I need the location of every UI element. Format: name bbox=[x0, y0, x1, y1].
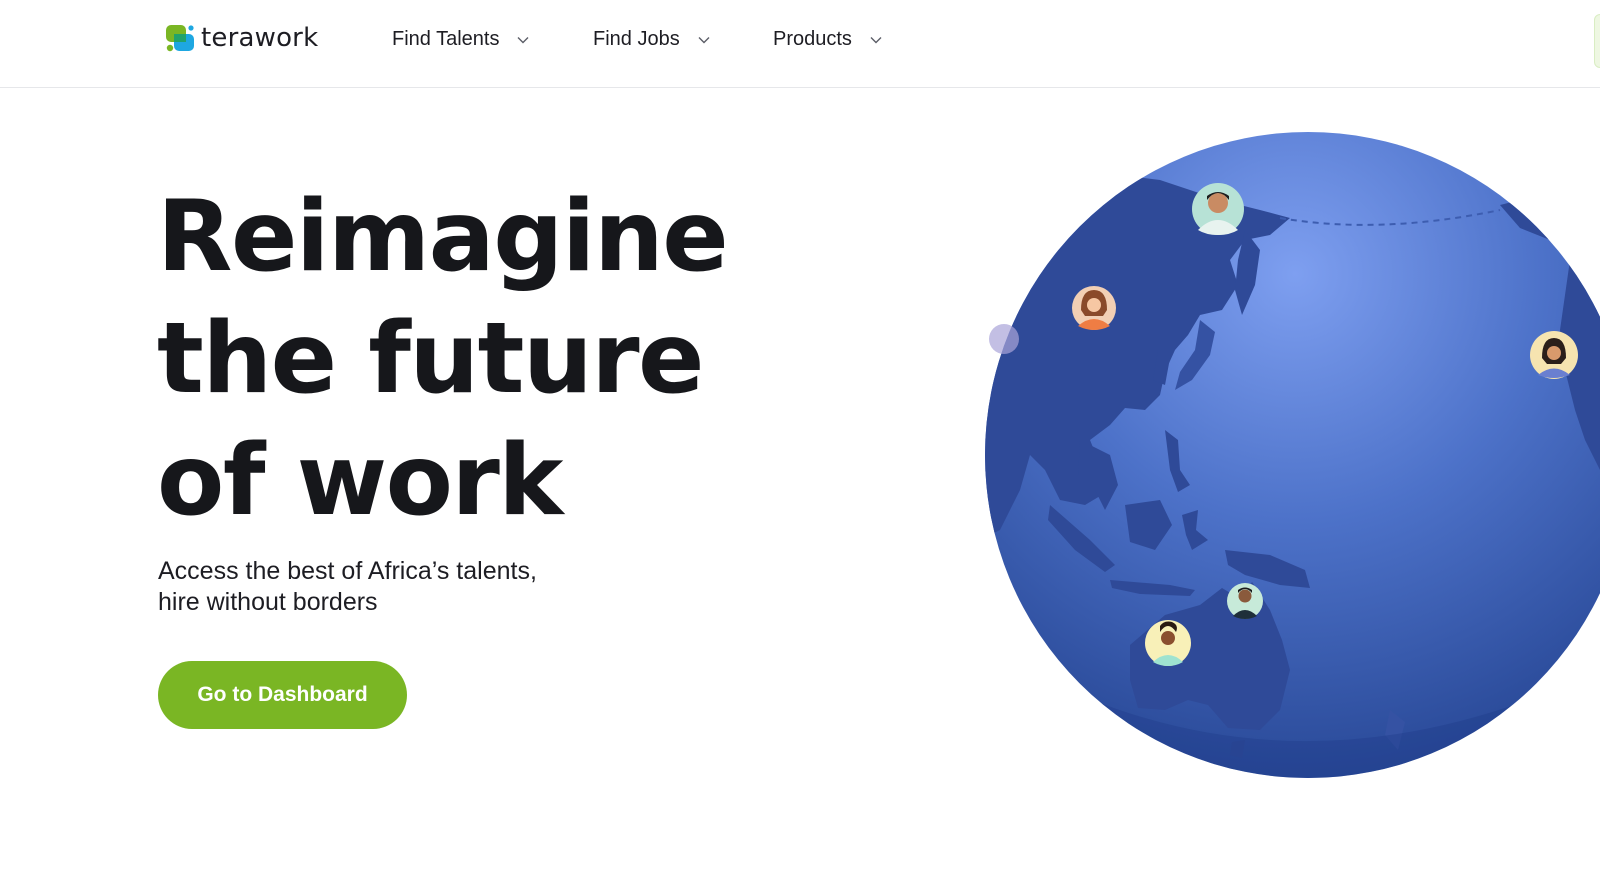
hero-title-line: the future bbox=[157, 302, 705, 416]
hero-title-line: Reimagine bbox=[157, 180, 729, 294]
hero-title: Reimagine the future of work bbox=[157, 176, 729, 542]
top-navigation: terawork Find Talents Find Jobs Products bbox=[0, 0, 1600, 88]
brand-logo-link[interactable]: terawork bbox=[164, 21, 318, 57]
hero-subtitle-line: Access the best of Africa’s talents, bbox=[158, 557, 537, 585]
header-cta-edge[interactable] bbox=[1594, 14, 1600, 68]
go-to-dashboard-button[interactable]: Go to Dashboard bbox=[158, 661, 407, 729]
nav-find-jobs-label: Find Jobs bbox=[593, 27, 680, 50]
chevron-down-icon bbox=[870, 37, 882, 44]
hero-subtitle-line: hire without borders bbox=[158, 588, 378, 616]
hero-title-line: of work bbox=[157, 424, 563, 538]
globe-illustration bbox=[960, 110, 1600, 810]
hero-subtitle: Access the best of Africa’s talents, hir… bbox=[158, 556, 537, 618]
globe-svg bbox=[985, 132, 1600, 778]
avatar-man-icon bbox=[1227, 583, 1263, 619]
chevron-down-icon bbox=[517, 37, 529, 44]
nav-products-label: Products bbox=[773, 27, 852, 50]
nav-find-jobs[interactable]: Find Jobs bbox=[593, 24, 710, 54]
chevron-down-icon bbox=[698, 37, 710, 44]
avatar-woman-icon bbox=[1145, 620, 1191, 666]
avatar-woman-icon bbox=[1072, 286, 1116, 330]
brand-name: terawork bbox=[201, 23, 319, 53]
nav-find-talents[interactable]: Find Talents bbox=[392, 24, 529, 54]
nav-products[interactable]: Products bbox=[773, 24, 882, 54]
nav-find-talents-label: Find Talents bbox=[392, 27, 500, 50]
avatar-partial-icon bbox=[989, 324, 1019, 354]
avatar-man-icon bbox=[1192, 183, 1244, 235]
terawork-logo-icon bbox=[166, 25, 194, 52]
avatar-woman-icon bbox=[1530, 331, 1578, 379]
